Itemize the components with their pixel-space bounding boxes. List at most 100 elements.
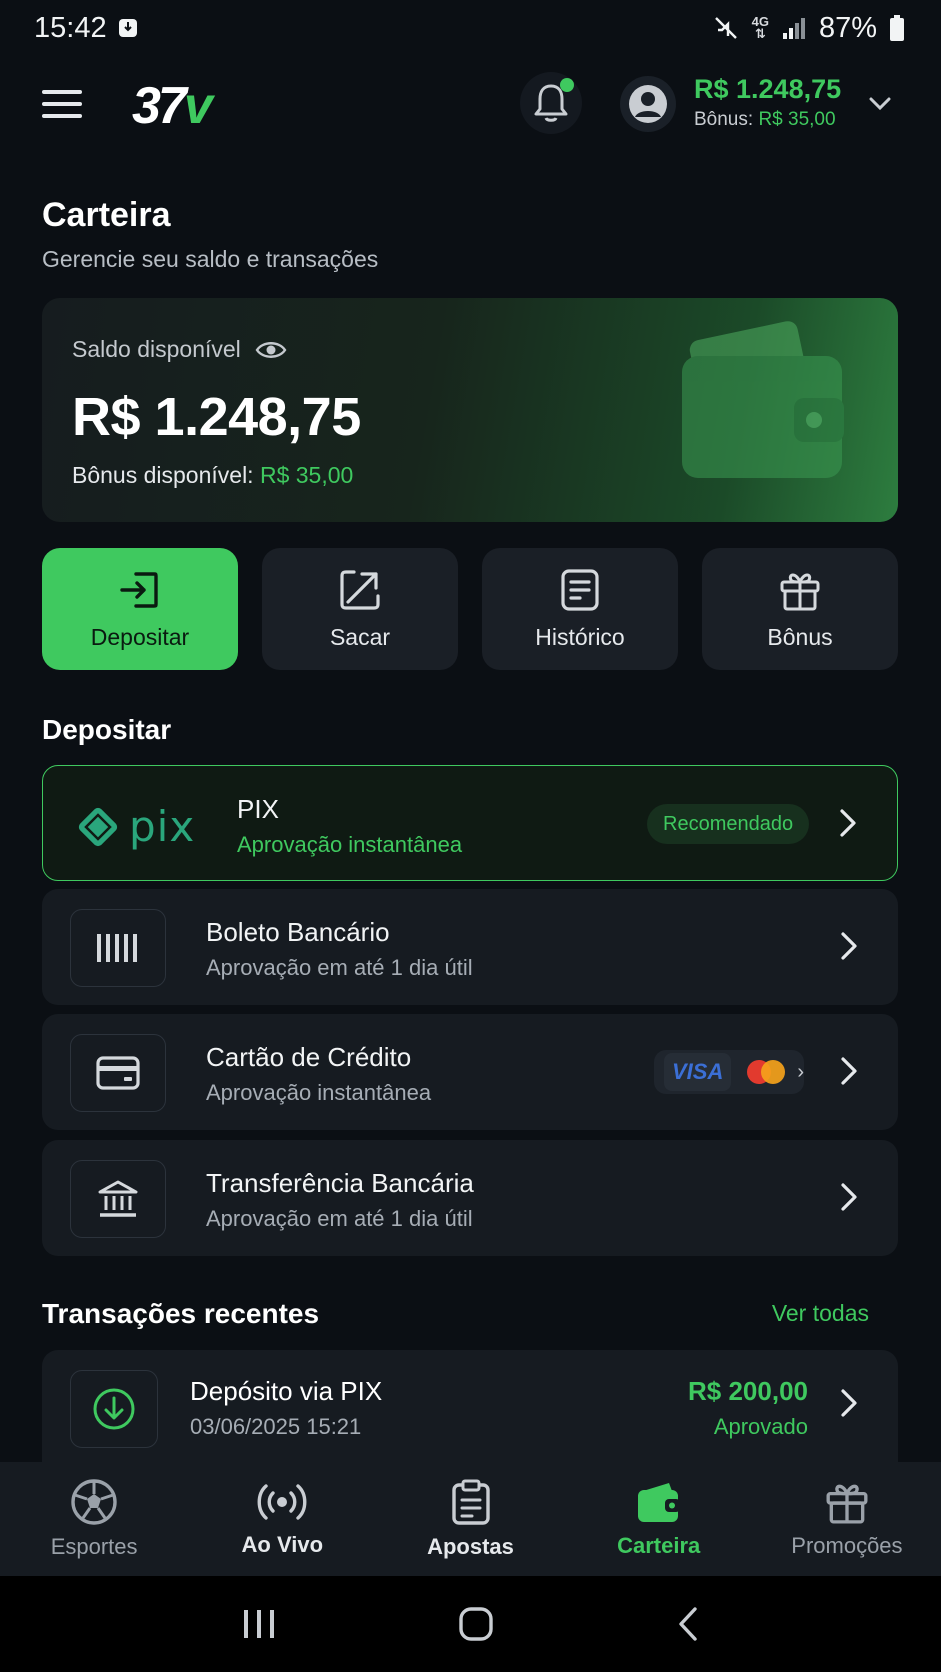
battery-level: 87% xyxy=(818,11,877,44)
deposit-method-pix[interactable]: pix PIX Aprovação instantânea Recomendad… xyxy=(42,765,898,881)
credit-card-icon xyxy=(70,1034,166,1112)
balance-amount: R$ 1.248,75 xyxy=(72,387,361,447)
gift-icon xyxy=(824,1479,870,1525)
nav-label: Esportes xyxy=(50,1534,138,1559)
nav-item-esportes[interactable]: Esportes xyxy=(0,1462,188,1576)
recent-transactions-title: Transações recentes xyxy=(42,1298,320,1329)
nav-label: Apostas xyxy=(427,1534,514,1559)
logo-accent: v xyxy=(183,77,213,135)
recent-apps-icon[interactable] xyxy=(241,1608,277,1640)
download-circle-icon xyxy=(70,1370,158,1448)
soccer-ball-icon xyxy=(70,1478,118,1526)
method-title: Transferência Bancária xyxy=(206,1168,474,1198)
balance-bonus: Bônus disponível: R$ 35,00 xyxy=(72,462,353,489)
nav-item-ao-vivo[interactable]: Ao Vivo xyxy=(188,1462,376,1576)
app-header: 37v R$ 1.248,75 Bônus: R$ 35,00 xyxy=(0,66,941,146)
pix-logo: pix xyxy=(77,802,195,851)
clipboard-icon xyxy=(450,1478,492,1526)
bottom-navigation: Esportes Ao Vivo Apostas Carteira Promoç… xyxy=(0,1462,941,1576)
live-broadcast-icon xyxy=(256,1480,308,1524)
withdraw-button[interactable]: Sacar xyxy=(262,548,458,670)
history-label: Histórico xyxy=(535,623,625,650)
method-subtitle: Aprovação em até 1 dia útil xyxy=(206,1206,473,1231)
recommended-badge: Recomendado xyxy=(647,804,810,844)
deposit-button[interactable]: Depositar xyxy=(42,548,238,670)
transaction-date: 03/06/2025 15:21 xyxy=(190,1414,362,1439)
back-icon[interactable] xyxy=(676,1606,700,1642)
method-title: Cartão de Crédito xyxy=(206,1042,412,1072)
visa-logo: VISA xyxy=(664,1053,732,1091)
notifications-button[interactable] xyxy=(520,72,582,134)
deposit-icon xyxy=(118,568,162,612)
balance-label: Saldo disponível xyxy=(72,336,241,362)
system-navigation-bar xyxy=(0,1576,941,1672)
method-subtitle: Aprovação em até 1 dia útil xyxy=(206,955,473,980)
notification-icon xyxy=(117,17,139,39)
more-brands-icon: › xyxy=(797,1060,804,1083)
transaction-status: Aprovado xyxy=(713,1414,808,1439)
deposit-method-boleto[interactable]: Boleto Bancário Aprovação em até 1 dia ú… xyxy=(42,889,898,1005)
nav-label: Carteira xyxy=(617,1533,701,1558)
home-icon[interactable] xyxy=(458,1606,494,1642)
bank-icon xyxy=(70,1160,166,1238)
transaction-amount: R$ 200,00 xyxy=(688,1376,808,1406)
transaction-title: Depósito via PIX xyxy=(190,1376,383,1406)
page-subtitle: Gerencie seu saldo e transações xyxy=(42,246,379,272)
bonus-label: Bônus xyxy=(767,623,833,650)
deposit-method-credit-card[interactable]: Cartão de Crédito Aprovação instantânea … xyxy=(42,1014,898,1130)
history-icon xyxy=(560,568,600,612)
balance-bonus-label: Bônus disponível: xyxy=(72,462,254,488)
bonus-button[interactable]: Bônus xyxy=(702,548,898,670)
nav-label: Promoções xyxy=(791,1533,903,1558)
gift-icon xyxy=(778,568,822,612)
battery-icon xyxy=(889,14,905,42)
status-bar: 15:42 4G ⇅ 87% xyxy=(0,0,941,56)
deposit-section-title: Depositar xyxy=(42,714,172,745)
chevron-down-icon[interactable] xyxy=(868,96,892,112)
history-button[interactable]: Histórico xyxy=(482,548,678,670)
notification-dot xyxy=(560,78,574,92)
header-bonus-label: Bônus: xyxy=(694,109,754,130)
see-all-link[interactable]: Ver todas xyxy=(772,1300,869,1327)
wallet-illustration-icon xyxy=(672,320,862,500)
nav-item-promocoes[interactable]: Promoções xyxy=(753,1462,941,1576)
deposit-label: Depositar xyxy=(90,623,190,650)
chevron-right-icon xyxy=(840,931,858,961)
wallet-actions: Depositar Sacar Histórico Bônus xyxy=(42,548,898,670)
chevron-right-icon xyxy=(839,808,857,838)
nav-label: Ao Vivo xyxy=(241,1532,324,1557)
chevron-right-icon xyxy=(840,1056,858,1086)
balance-card: Saldo disponível R$ 1.248,75 Bônus dispo… xyxy=(42,298,898,522)
avatar[interactable] xyxy=(620,76,676,132)
status-time: 15:42 xyxy=(34,11,107,44)
method-title: PIX xyxy=(237,794,279,824)
barcode-icon xyxy=(70,909,166,987)
header-bonus-value: R$ 35,00 xyxy=(758,109,836,130)
pix-diamond-icon xyxy=(78,807,118,846)
brand-logo[interactable]: 37v xyxy=(132,76,213,136)
account-balance-summary[interactable]: R$ 1.248,75 Bônus: R$ 35,00 xyxy=(694,74,841,131)
mastercard-logo-icon xyxy=(741,1057,787,1087)
withdraw-label: Sacar xyxy=(329,623,391,650)
hamburger-menu-icon[interactable] xyxy=(42,88,82,120)
mute-icon xyxy=(712,14,740,42)
page-title: Carteira xyxy=(42,196,171,234)
method-subtitle: Aprovação instantânea xyxy=(206,1080,432,1105)
deposit-method-bank-transfer[interactable]: Transferência Bancária Aprovação em até … xyxy=(42,1140,898,1256)
wallet-icon xyxy=(635,1479,683,1525)
header-bonus: Bônus: R$ 35,00 xyxy=(694,109,841,131)
method-subtitle: Aprovação instantânea xyxy=(237,832,463,857)
transaction-row[interactable]: Depósito via PIX 03/06/2025 15:21 R$ 200… xyxy=(42,1350,898,1462)
header-balance: R$ 1.248,75 xyxy=(694,74,842,104)
eye-icon[interactable] xyxy=(255,339,287,361)
logo-main: 37 xyxy=(132,77,187,135)
pix-logo-text: pix xyxy=(129,802,196,851)
nav-item-apostas[interactable]: Apostas xyxy=(376,1462,564,1576)
balance-label-row: Saldo disponível xyxy=(72,336,287,363)
signal-icon xyxy=(781,15,807,41)
nav-item-carteira[interactable]: Carteira xyxy=(565,1462,753,1576)
balance-bonus-value: R$ 35,00 xyxy=(259,462,354,488)
method-title: Boleto Bancário xyxy=(206,917,390,947)
network-type: 4G ⇅ xyxy=(751,14,769,41)
card-brands: VISA › xyxy=(654,1050,804,1094)
